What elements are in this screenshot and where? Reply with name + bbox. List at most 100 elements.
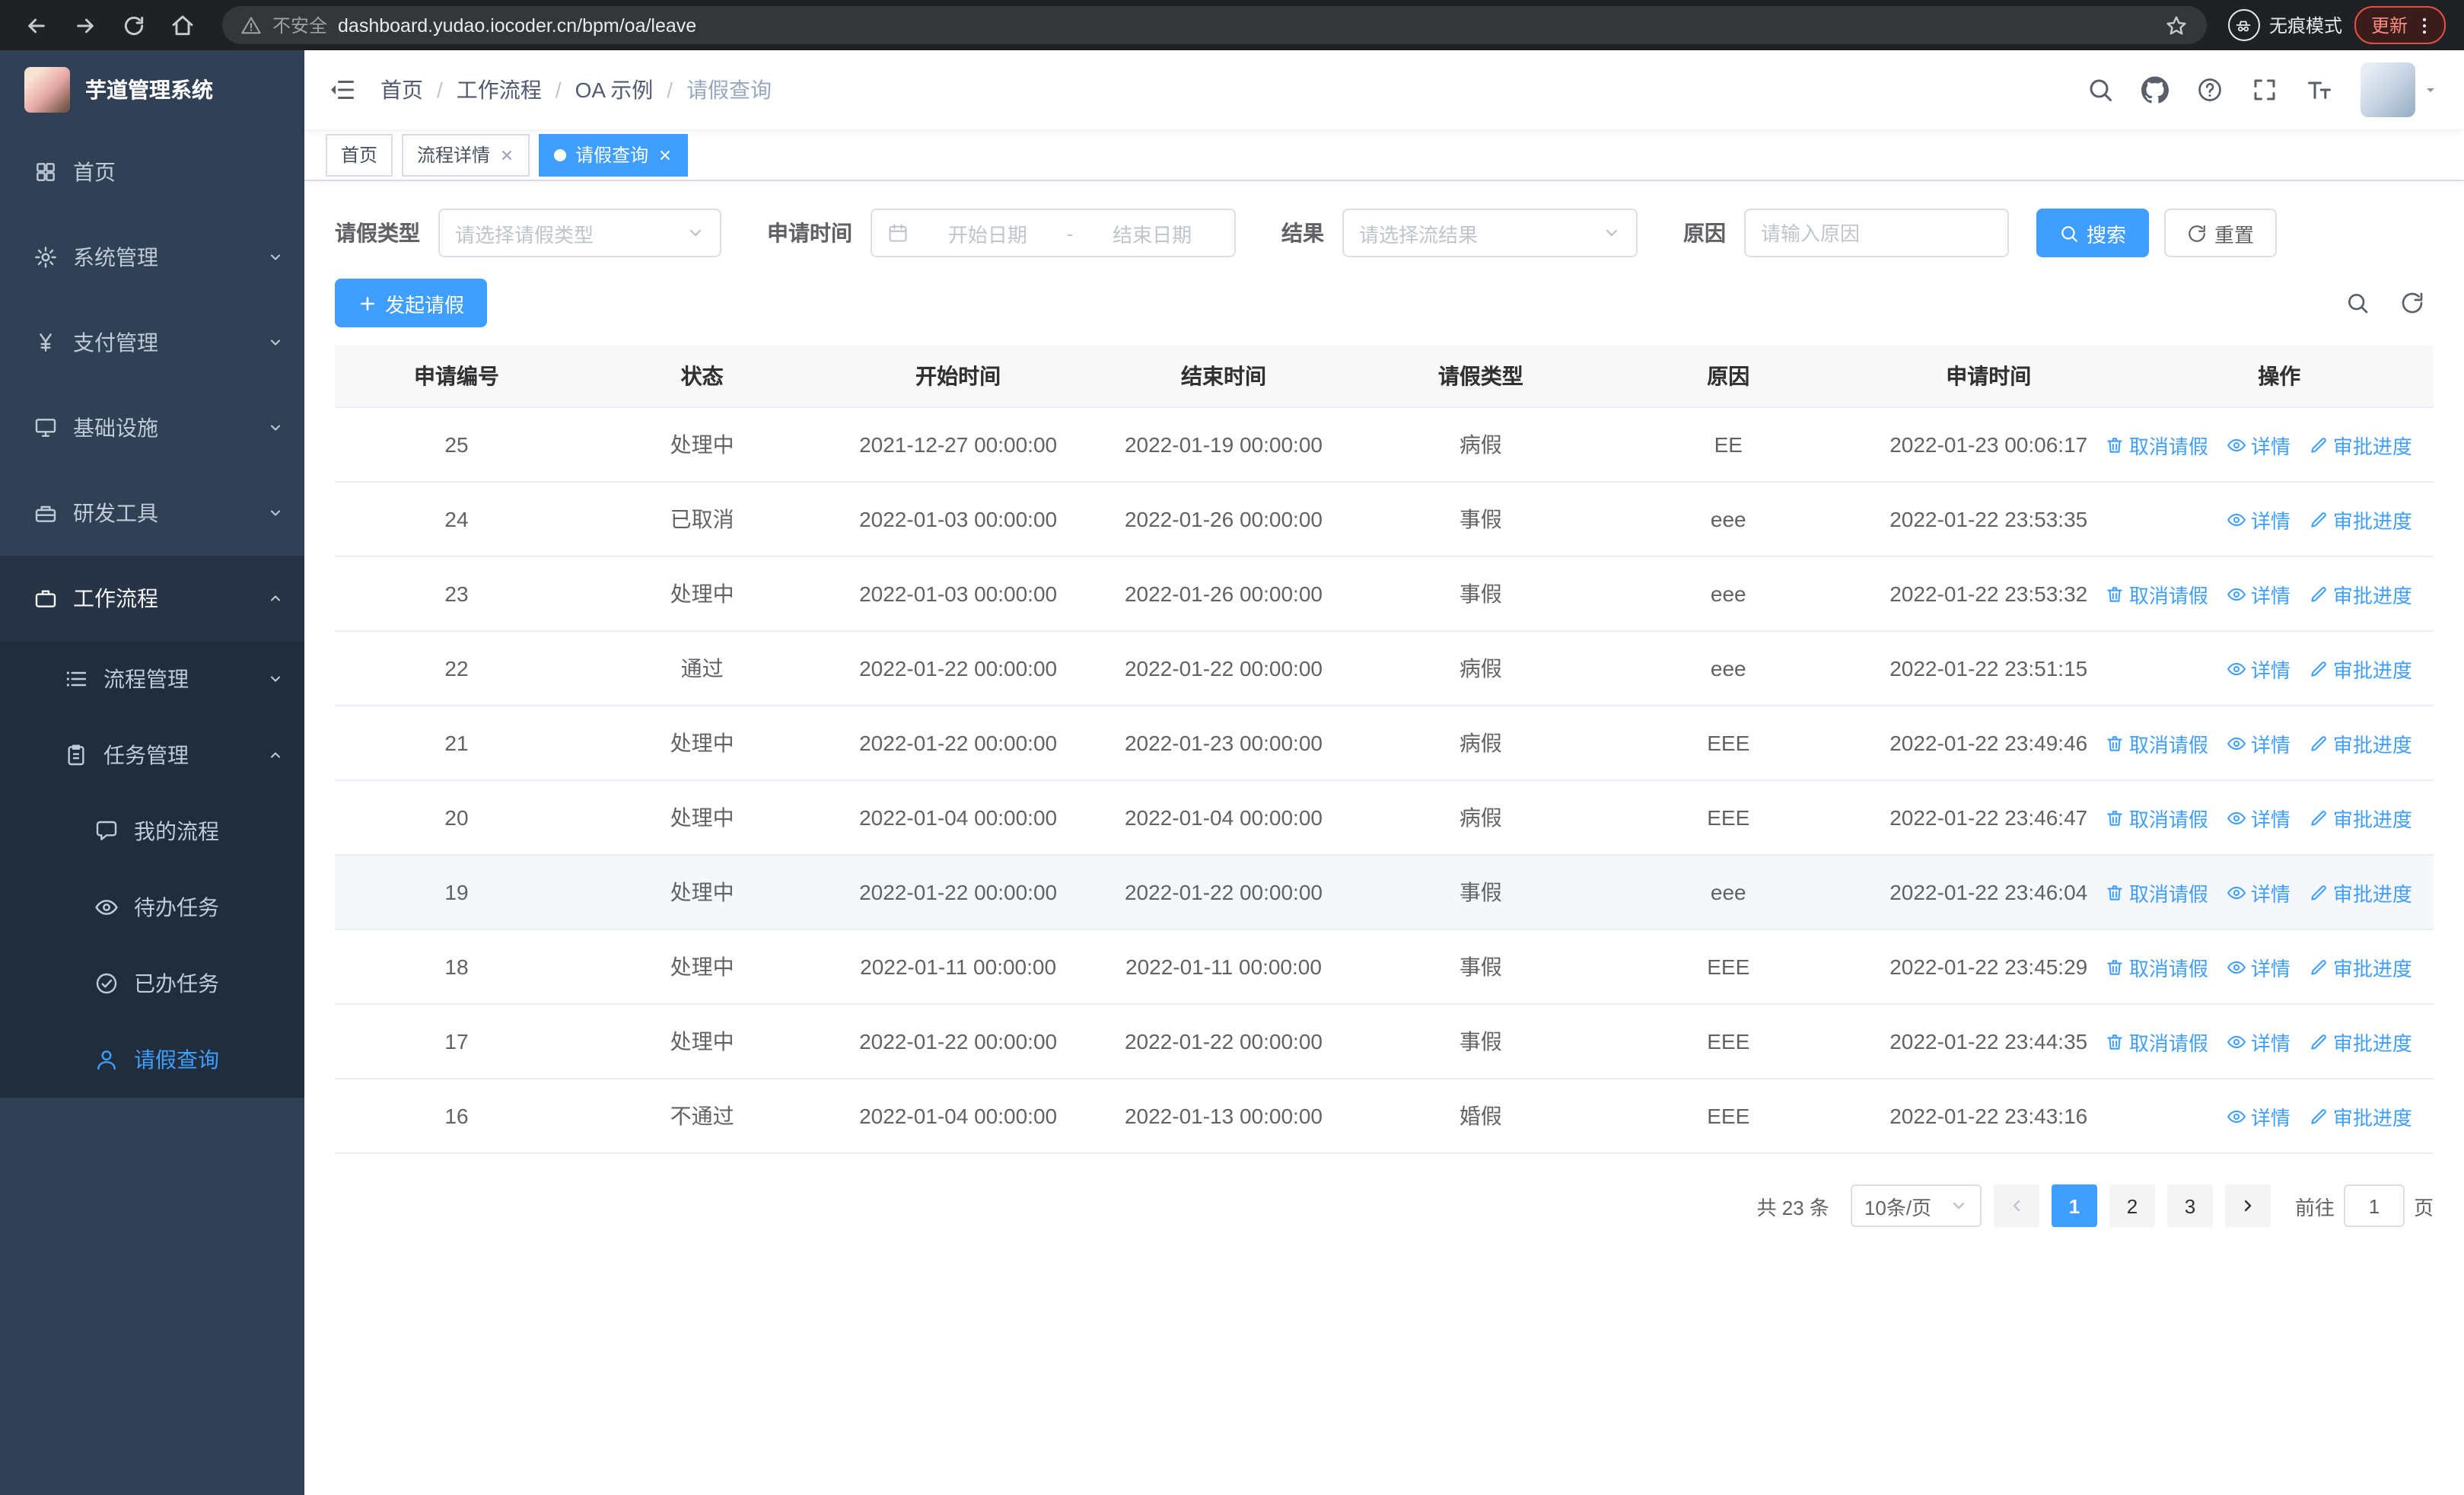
detail-link[interactable]: 详情 xyxy=(2227,654,2291,683)
page-root: 不安全 dashboard.yudao.iocoder.cn/bpm/oa/le… xyxy=(0,0,2464,1495)
page-button-3[interactable]: 3 xyxy=(2166,1184,2213,1227)
tab-home[interactable]: 首页 xyxy=(326,133,393,176)
reason-input[interactable] xyxy=(1744,209,2009,257)
page-button-2[interactable]: 2 xyxy=(2109,1184,2155,1227)
cancel-leave-link[interactable]: 取消请假 xyxy=(2105,878,2208,907)
approval-progress-link[interactable]: 审批进度 xyxy=(2309,654,2412,683)
table-row[interactable]: 22 通过 2022-01-22 00:00:00 2022-01-22 00:… xyxy=(335,632,2434,706)
cancel-leave-link[interactable]: 取消请假 xyxy=(2105,579,2208,608)
breadcrumb-workflow[interactable]: 工作流程 xyxy=(457,75,542,105)
approval-progress-link[interactable]: 审批进度 xyxy=(2309,579,2412,608)
back-button[interactable] xyxy=(18,7,55,43)
sidebar-item-devtools[interactable]: 研发工具 xyxy=(0,470,304,556)
breadcrumb-home[interactable]: 首页 xyxy=(380,75,423,105)
close-icon[interactable] xyxy=(657,147,673,162)
home-button[interactable] xyxy=(164,7,201,43)
cancel-leave-link[interactable]: 取消请假 xyxy=(2105,1027,2208,1056)
sidebar-item-process-management[interactable]: 流程管理 xyxy=(0,641,304,717)
approval-progress-link[interactable]: 审批进度 xyxy=(2309,1027,2412,1056)
detail-link[interactable]: 详情 xyxy=(2227,803,2291,832)
sidebar-collapse-button[interactable] xyxy=(329,76,356,104)
cancel-leave-link[interactable]: 取消请假 xyxy=(2105,803,2208,832)
cancel-leave-link[interactable]: 取消请假 xyxy=(2105,728,2208,757)
cancel-leave-link[interactable]: 取消请假 xyxy=(2105,952,2208,981)
sidebar-item-my-processes[interactable]: 我的流程 xyxy=(0,793,304,869)
detail-link[interactable]: 详情 xyxy=(2227,505,2291,534)
detail-link[interactable]: 详情 xyxy=(2227,728,2291,757)
detail-link[interactable]: 详情 xyxy=(2227,1101,2291,1130)
table-row[interactable]: 18 处理中 2022-01-11 00:00:00 2022-01-11 00… xyxy=(335,930,2434,1005)
create-leave-button[interactable]: 发起请假 xyxy=(335,279,488,327)
user-icon xyxy=(94,1047,119,1072)
github-button[interactable] xyxy=(2141,76,2169,104)
eye-icon xyxy=(2227,1106,2246,1126)
close-icon[interactable] xyxy=(499,147,514,162)
help-button[interactable] xyxy=(2196,76,2224,104)
detail-link[interactable]: 详情 xyxy=(2227,952,2291,981)
sidebar-item-system[interactable]: 系统管理 xyxy=(0,215,304,300)
approval-progress-link[interactable]: 审批进度 xyxy=(2309,803,2412,832)
sidebar-item-done-tasks[interactable]: 已办任务 xyxy=(0,945,304,1022)
goto-page-input[interactable] xyxy=(2343,1184,2405,1227)
eye-icon xyxy=(2227,584,2246,604)
update-menu-button[interactable]: 更新 xyxy=(2354,6,2446,44)
approval-progress-link[interactable]: 审批进度 xyxy=(2309,952,2412,981)
address-bar[interactable]: 不安全 dashboard.yudao.iocoder.cn/bpm/oa/le… xyxy=(222,6,2207,44)
next-page-button[interactable] xyxy=(2224,1184,2271,1227)
table-header: 申请编号 状态 开始时间 结束时间 请假类型 原因 申请时间 操作 xyxy=(335,346,2434,408)
approval-progress-link[interactable]: 审批进度 xyxy=(2309,430,2412,459)
table-row[interactable]: 21 处理中 2022-01-22 00:00:00 2022-01-23 00… xyxy=(335,706,2434,781)
approval-progress-link[interactable]: 审批进度 xyxy=(2309,878,2412,907)
tab-leave-query[interactable]: 请假查询 xyxy=(539,133,689,176)
sidebar-item-home[interactable]: 首页 xyxy=(0,129,304,215)
table-row[interactable]: 20 处理中 2022-01-04 00:00:00 2022-01-04 00… xyxy=(335,781,2434,856)
table-row[interactable]: 24 已取消 2022-01-03 00:00:00 2022-01-26 00… xyxy=(335,483,2434,557)
apply-time-range-picker[interactable]: 开始日期 - 结束日期 xyxy=(871,209,1236,257)
bookmark-star-icon[interactable] xyxy=(2164,13,2189,37)
table-row[interactable]: 19 处理中 2022-01-22 00:00:00 2022-01-22 00… xyxy=(335,856,2434,930)
sidebar-item-todo-tasks[interactable]: 待办任务 xyxy=(0,869,304,945)
table-row[interactable]: 25 处理中 2021-12-27 00:00:00 2022-01-19 00… xyxy=(335,408,2434,483)
search-button[interactable]: 搜索 xyxy=(2036,209,2150,257)
security-label: 不安全 xyxy=(272,15,328,37)
table-row[interactable]: 17 处理中 2022-01-22 00:00:00 2022-01-22 00… xyxy=(335,1005,2434,1079)
approval-progress-link[interactable]: 审批进度 xyxy=(2309,728,2412,757)
reload-icon xyxy=(122,13,146,37)
chevron-right-icon xyxy=(2239,1197,2257,1215)
cancel-leave-link[interactable]: 取消请假 xyxy=(2105,430,2208,459)
table-row[interactable]: 23 处理中 2022-01-03 00:00:00 2022-01-26 00… xyxy=(335,557,2434,632)
font-size-button[interactable] xyxy=(2306,76,2333,104)
approval-progress-link[interactable]: 审批进度 xyxy=(2309,505,2412,534)
header-search-button[interactable] xyxy=(2087,76,2114,104)
page-size-select[interactable]: 10条/页 xyxy=(1850,1184,1982,1227)
detail-link[interactable]: 详情 xyxy=(2227,579,2291,608)
page-button-1[interactable]: 1 xyxy=(2051,1184,2097,1227)
approval-progress-link[interactable]: 审批进度 xyxy=(2309,1101,2412,1130)
tab-process-detail[interactable]: 流程详情 xyxy=(402,133,530,176)
browser-menu-icon xyxy=(2414,14,2435,36)
sidebar-item-payment[interactable]: 支付管理 xyxy=(0,300,304,385)
table-row[interactable]: 16 不通过 2022-01-04 00:00:00 2022-01-13 00… xyxy=(335,1079,2434,1154)
sidebar-item-workflow[interactable]: 工作流程 xyxy=(0,556,304,641)
breadcrumb-oa-example[interactable]: OA 示例 xyxy=(575,75,654,105)
detail-link[interactable]: 详情 xyxy=(2227,430,2291,459)
refresh-icon xyxy=(2187,223,2207,243)
sidebar-item-task-management[interactable]: 任务管理 xyxy=(0,717,304,793)
toggle-search-button[interactable] xyxy=(2345,291,2370,315)
user-menu[interactable] xyxy=(2361,62,2440,117)
reset-button[interactable]: 重置 xyxy=(2164,209,2278,257)
refresh-table-button[interactable] xyxy=(2400,291,2424,315)
prev-page-button[interactable] xyxy=(1993,1184,2039,1227)
reload-button[interactable] xyxy=(116,7,152,43)
fullscreen-button[interactable] xyxy=(2251,76,2278,104)
sidebar-item-leave-query[interactable]: 请假查询 xyxy=(0,1022,304,1098)
edit-icon xyxy=(2309,808,2329,827)
delete-icon xyxy=(2105,435,2125,454)
forward-button[interactable] xyxy=(67,7,103,43)
app-logo[interactable]: 芋道管理系统 xyxy=(0,50,304,129)
result-select[interactable]: 请选择流结果 xyxy=(1342,209,1638,257)
sidebar-item-infrastructure[interactable]: 基础设施 xyxy=(0,385,304,470)
detail-link[interactable]: 详情 xyxy=(2227,1027,2291,1056)
leave-type-select[interactable]: 请选择请假类型 xyxy=(438,209,721,257)
detail-link[interactable]: 详情 xyxy=(2227,878,2291,907)
